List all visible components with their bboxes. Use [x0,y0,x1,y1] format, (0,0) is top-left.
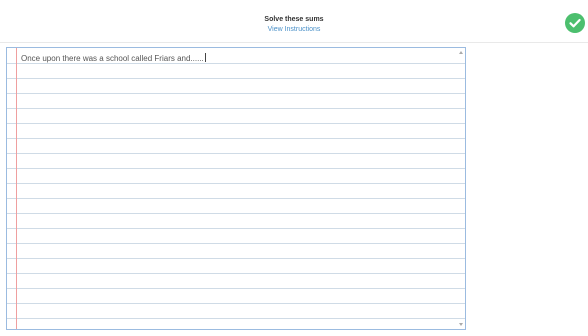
editor-text-content: Once upon there was a school called Fria… [21,54,204,63]
checkmark-circle-icon[interactable] [565,13,585,33]
header-divider [0,42,588,43]
margin-line [16,48,17,329]
page-header: Solve these sums View Instructions [0,0,588,42]
view-instructions-link[interactable]: View Instructions [0,25,588,34]
lined-paper-editor[interactable]: Once upon there was a school called Fria… [6,47,466,330]
scroll-down-arrow-icon[interactable] [459,323,463,326]
page-title: Solve these sums [264,16,324,23]
text-caret [204,53,206,62]
scroll-up-arrow-icon[interactable] [459,51,463,54]
editor-text[interactable]: Once upon there was a school called Fria… [21,53,206,64]
